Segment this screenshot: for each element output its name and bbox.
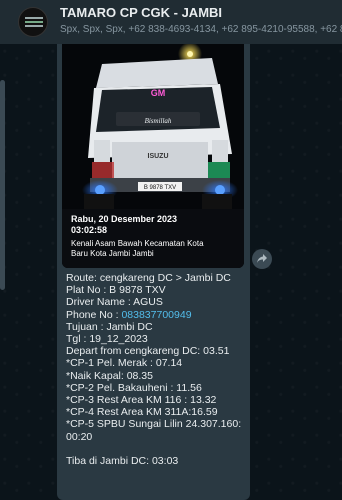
cp2-line: *CP-2 Pel. Bakauheni : 11.56 <box>66 381 202 394</box>
driver-line: Driver Name : AGUS <box>66 296 163 309</box>
stamp-location-2: Baru Kota Jambi Jambi <box>71 249 154 258</box>
phone-line: Phone No : 083837700949 <box>66 309 250 321</box>
cp1-line: *CP-1 Pel. Merak : 07.14 <box>66 357 183 370</box>
photo-timestamp: Rabu, 20 Desember 2023 03:02:58 Kenali A… <box>71 214 231 259</box>
stamp-location-1: Kenali Asam Bawah Kecamatan Kota <box>71 239 204 248</box>
phone-link[interactable]: 083837700949 <box>121 309 191 321</box>
cp5-time-line: 00:20 <box>66 430 93 443</box>
chat-title[interactable]: TAMARO CP CGK - JAMBI <box>60 5 222 20</box>
phone-label: Phone No : <box>66 308 122 321</box>
depart-line: Depart from cengkareng DC: 03.51 <box>66 345 230 358</box>
naik-line: *Naik Kapal: 08.35 <box>66 369 153 382</box>
visor-text: Bismillah <box>145 117 172 125</box>
tgl-line: Tgl : 19_12_2023 <box>66 333 148 346</box>
stamp-date: Rabu, 20 Desember 2023 <box>71 214 178 224</box>
chat-members: Spx, Spx, Spx, +62 838-4693-4134, +62 89… <box>60 24 342 35</box>
chat-header[interactable]: TAMARO CP CGK - JAMBI Spx, Spx, Spx, +62… <box>0 0 342 44</box>
scrollbar[interactable] <box>0 80 5 290</box>
plate-text: B 9878 TXV <box>144 185 176 191</box>
message-text: Route: cengkareng DC > Jambi DC Plat No … <box>66 272 250 467</box>
share-button[interactable] <box>252 249 272 269</box>
cp5-line: *CP-5 SPBU Sungai Lilin 24.307.160: <box>66 418 242 431</box>
tiba-line: Tiba di Jambi DC: 03:03 <box>66 454 179 467</box>
cp3-line: *CP-3 Rest Area KM 116 : 13.32 <box>66 394 217 407</box>
tujuan-line: Tujuan : Jambi DC <box>66 320 153 333</box>
plat-line: Plat No : B 9878 TXV <box>66 284 166 297</box>
stamp-time: 03:02:58 <box>71 225 108 235</box>
cp4-line: *CP-4 Rest Area KM 311A:16.59 <box>66 406 218 419</box>
brand-text: ISUZU <box>148 153 169 160</box>
route-line: Route: cengkareng DC > Jambi DC <box>66 272 231 284</box>
share-arrow-icon <box>257 254 267 263</box>
windshield-text: GM <box>151 88 166 98</box>
group-avatar[interactable] <box>18 7 48 37</box>
